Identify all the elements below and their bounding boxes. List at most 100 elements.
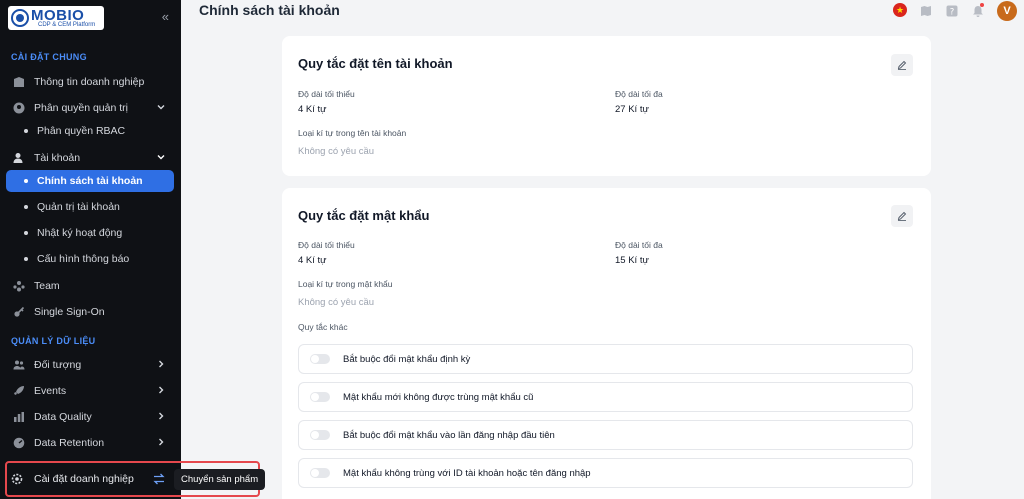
sidebar-item-account-policy[interactable]: Chính sách tài khoản xyxy=(6,170,174,192)
gauge-icon xyxy=(12,436,26,450)
max-length-value: 15 Kí tự xyxy=(615,255,649,266)
switch-product-tooltip: Chuyển sản phẩm xyxy=(174,469,266,490)
toggle-switch[interactable] xyxy=(310,468,330,478)
pencil-icon xyxy=(897,211,907,221)
edit-button[interactable] xyxy=(891,205,913,227)
rule-row-first-login-change: Bắt buộc đổi mật khẩu vào lần đăng nhập … xyxy=(298,420,913,450)
max-length-label: Độ dài tối đa xyxy=(615,89,663,99)
user-icon xyxy=(12,151,26,165)
sidebar-item-activity-log[interactable]: Nhật ký hoạt động xyxy=(6,222,174,244)
chevron-right-icon xyxy=(156,437,166,447)
rule-row-no-reuse: Mật khẩu mới không được trùng mật khẩu c… xyxy=(298,382,913,412)
sidebar-item-label: Tài khoản xyxy=(34,152,81,164)
char-types-value: Không có yêu cầu xyxy=(298,297,375,308)
max-length-value: 27 Kí tự xyxy=(615,104,649,115)
char-types-value: Không có yêu cầu xyxy=(298,146,375,157)
chevron-down-icon xyxy=(156,102,166,112)
rule-label: Mật khẩu không trùng với ID tài khoản ho… xyxy=(343,467,591,479)
svg-text:?: ? xyxy=(950,7,955,17)
other-rules-label: Quy tắc khác xyxy=(298,322,348,332)
book-icon[interactable] xyxy=(920,4,932,16)
collapse-sidebar-icon[interactable]: « xyxy=(162,9,169,24)
logo[interactable]: MOBIO CDP & CEM Platform xyxy=(8,6,104,30)
min-length-label: Độ dài tối thiểu xyxy=(298,240,355,250)
rule-row-periodic-change: Bắt buộc đổi mật khẩu định kỳ xyxy=(298,344,913,374)
sidebar-item-data-quality[interactable]: Data Quality xyxy=(6,406,174,428)
section-title-data: QUẢN LÝ DỮ LIỆU xyxy=(11,336,96,346)
min-length-value: 4 Kí tự xyxy=(298,104,327,115)
rule-label: Bắt buộc đổi mật khẩu vào lần đăng nhập … xyxy=(343,429,555,441)
swap-product-icon[interactable] xyxy=(152,472,166,486)
bullet-icon xyxy=(24,129,28,133)
rocket-icon xyxy=(12,384,26,398)
sidebar-item-account[interactable]: Tài khoản xyxy=(6,147,174,169)
vietnam-flag-icon[interactable]: ★ xyxy=(893,3,907,17)
sidebar-item-label: Events xyxy=(34,385,67,397)
shield-icon xyxy=(12,101,26,115)
bullet-icon xyxy=(24,205,28,209)
logo-subtitle: CDP & CEM Platform xyxy=(38,22,96,28)
avatar[interactable]: V xyxy=(997,1,1017,21)
sidebar-item-rbac[interactable]: Phân quyền RBAC xyxy=(6,120,174,142)
toggle-switch[interactable] xyxy=(310,430,330,440)
sidebar-item-sso[interactable]: Single Sign-On xyxy=(6,301,174,323)
sidebar-item-label: Thông tin doanh nghiệp xyxy=(34,76,145,88)
page-title: Chính sách tài khoản xyxy=(199,2,340,18)
rule-label: Mật khẩu mới không được trùng mật khẩu c… xyxy=(343,391,534,403)
edit-button[interactable] xyxy=(891,54,913,76)
chart-icon xyxy=(12,410,26,424)
key-icon xyxy=(12,305,26,319)
chevron-right-icon xyxy=(156,385,166,395)
toggle-switch[interactable] xyxy=(310,392,330,402)
min-length-value: 4 Kí tự xyxy=(298,255,327,266)
sidebar-item-label: Nhật ký hoạt động xyxy=(37,227,123,239)
chevron-down-icon xyxy=(156,152,166,162)
bullet-icon xyxy=(24,179,28,183)
pencil-icon xyxy=(897,60,907,70)
sidebar-item-label: Phân quyền quản trị xyxy=(34,102,128,114)
char-types-label: Loại kí tự trong mật khẩu xyxy=(298,279,393,289)
logo-mark-icon xyxy=(11,9,29,27)
sidebar-item-label: Cấu hình thông báo xyxy=(37,253,130,265)
rule-row-not-match-id: Mật khẩu không trùng với ID tài khoản ho… xyxy=(298,458,913,488)
password-rules-card: Quy tắc đặt mật khẩu Độ dài tối thiểu 4 … xyxy=(282,188,931,499)
chevron-right-icon xyxy=(156,359,166,369)
sidebar-item-label: Phân quyền RBAC xyxy=(37,125,126,137)
sidebar-item-label: Data Quality xyxy=(34,411,92,423)
logo-row: MOBIO CDP & CEM Platform « xyxy=(8,6,173,30)
bullet-icon xyxy=(24,257,28,261)
sidebar-item-company-info[interactable]: Thông tin doanh nghiệp xyxy=(6,71,174,93)
notification-dot xyxy=(980,3,984,7)
sidebar-item-label: Team xyxy=(34,280,60,292)
sidebar-item-label: Single Sign-On xyxy=(34,306,105,318)
sidebar-item-objects[interactable]: Đối tượng xyxy=(6,354,174,376)
card-title: Quy tắc đặt mật khẩu xyxy=(298,208,430,223)
toggle-switch[interactable] xyxy=(310,354,330,364)
sidebar-item-notification-config[interactable]: Cấu hình thông báo xyxy=(6,248,174,270)
bullet-icon xyxy=(24,231,28,235)
chevron-right-icon xyxy=(156,411,166,421)
account-naming-card: Quy tắc đặt tên tài khoản Độ dài tối thi… xyxy=(282,36,931,176)
min-length-label: Độ dài tối thiểu xyxy=(298,89,355,99)
sidebar-item-events[interactable]: Events xyxy=(6,380,174,402)
gear-icon xyxy=(10,472,24,486)
sidebar-item-team[interactable]: Team xyxy=(6,275,174,297)
team-icon xyxy=(12,279,26,293)
sidebar-item-label: Đối tượng xyxy=(34,359,82,371)
sidebar-item-admin-permissions[interactable]: Phân quyền quản trị xyxy=(6,97,174,119)
max-length-label: Độ dài tối đa xyxy=(615,240,663,250)
users-icon xyxy=(12,358,26,372)
building-icon xyxy=(12,75,26,89)
section-title-general: CÀI ĐẶT CHUNG xyxy=(11,52,87,62)
sidebar-item-account-management[interactable]: Quản trị tài khoản xyxy=(6,196,174,218)
company-settings-label: Cài đặt doanh nghiệp xyxy=(34,473,134,485)
sidebar-item-label: Chính sách tài khoản xyxy=(37,175,143,187)
char-types-label: Loại kí tự trong tên tài khoản xyxy=(298,128,407,138)
rule-label: Bắt buộc đổi mật khẩu định kỳ xyxy=(343,353,471,365)
card-title: Quy tắc đặt tên tài khoản xyxy=(298,56,453,71)
help-icon[interactable]: ? xyxy=(946,4,958,17)
sidebar-item-data-retention[interactable]: Data Retention xyxy=(6,432,174,454)
company-settings-button[interactable]: Cài đặt doanh nghiệp xyxy=(10,469,170,489)
sidebar-item-label: Data Retention xyxy=(34,437,105,449)
sidebar-item-label: Quản trị tài khoản xyxy=(37,201,120,213)
